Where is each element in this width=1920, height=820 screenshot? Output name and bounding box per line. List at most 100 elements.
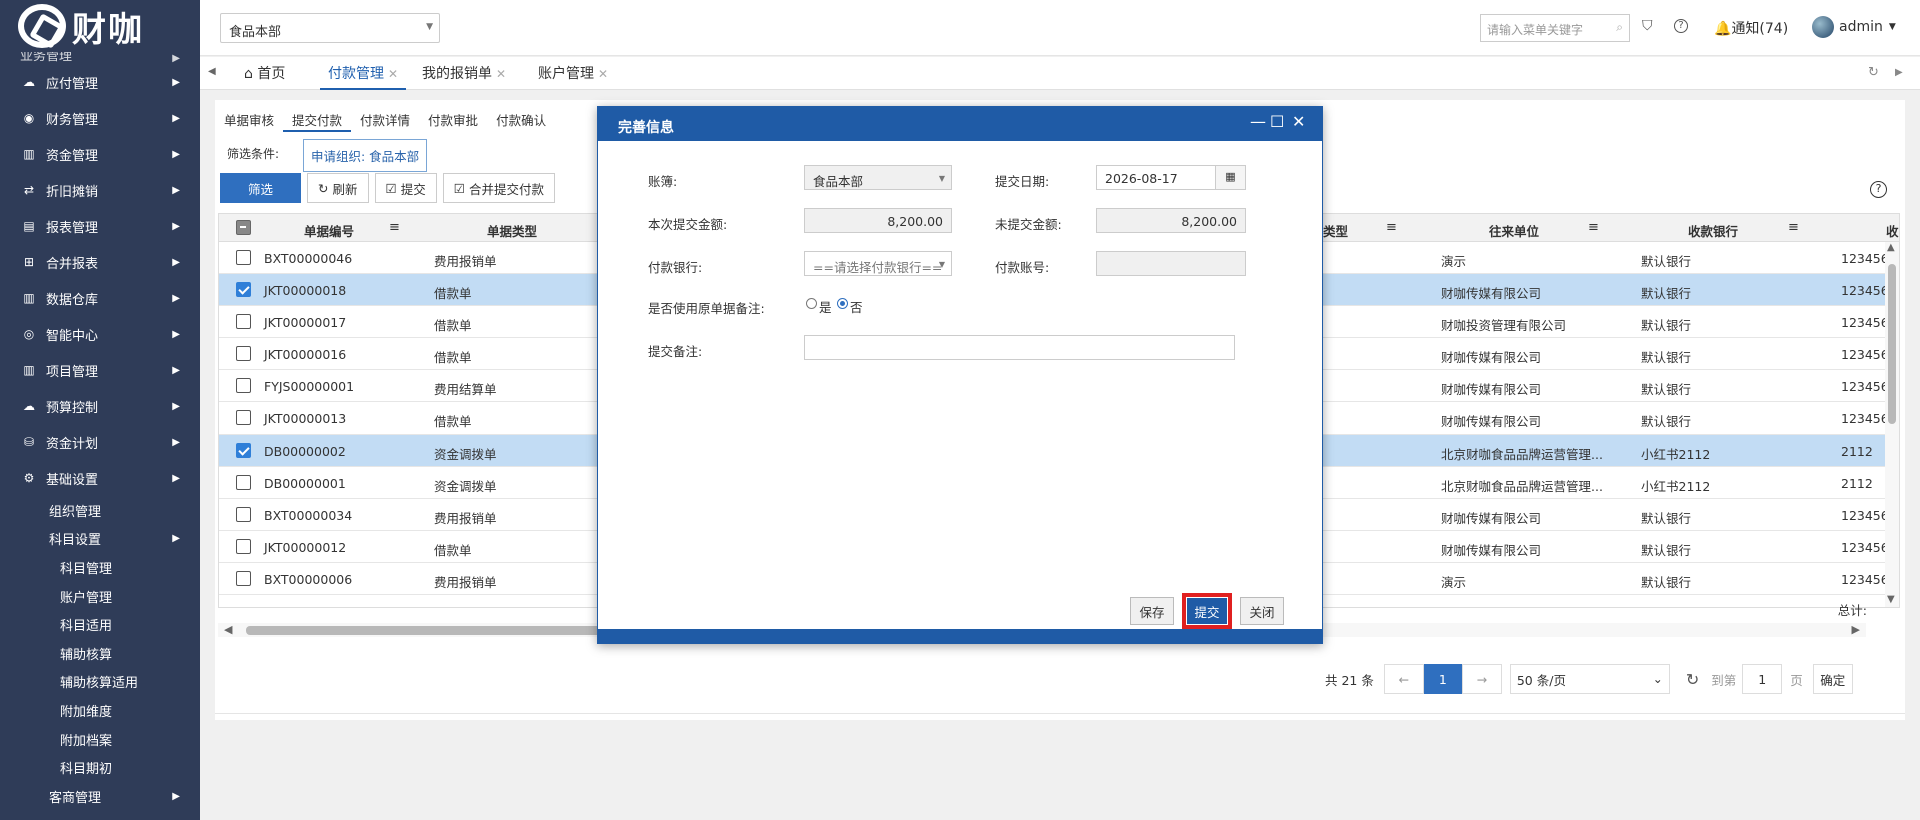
scroll-right-icon[interactable]: ▶ <box>1852 623 1860 636</box>
row-checkbox[interactable] <box>236 410 251 426</box>
goto-page-input[interactable]: 1 <box>1742 664 1783 694</box>
tab-scroll-right-icon[interactable]: ▶ <box>1895 67 1903 78</box>
sidebar-subitem-1[interactable]: 账户管理 <box>0 582 200 611</box>
minimize-icon[interactable]: — <box>1250 112 1266 131</box>
row-checkbox[interactable] <box>236 570 251 586</box>
book-select[interactable]: 食品本部 ▼ <box>804 165 952 190</box>
sidebar-item-5[interactable]: ⊞ 合并报表 ▶ <box>0 244 200 280</box>
submit-toolbar-button[interactable]: ☑ 提交 <box>374 173 437 203</box>
refresh-button[interactable]: ↻ 刷新 <box>307 173 369 203</box>
column-menu-icon[interactable]: ≡ <box>389 220 400 235</box>
sidebar-item-3[interactable]: ⇄ 折旧摊销 ▶ <box>0 172 200 208</box>
close-icon[interactable]: ✕ <box>1292 112 1305 131</box>
row-checkbox[interactable] <box>236 474 251 490</box>
sidebar-item-11[interactable]: ⚙ 基础设置 ▶ <box>0 460 200 496</box>
prev-page-button[interactable]: ← <box>1383 664 1424 694</box>
subtab-4[interactable]: 付款确认 <box>487 100 555 132</box>
sidebar-subitem-sub1[interactable]: 组织管理 <box>0 496 200 525</box>
amount-field: 8,200.00 <box>804 208 952 233</box>
row-checkbox[interactable] <box>236 314 251 330</box>
help-icon[interactable]: ? <box>1870 181 1887 198</box>
tab-account-management[interactable]: 账户管理 ✕ <box>538 63 608 90</box>
row-checkbox[interactable] <box>236 538 251 554</box>
close-button[interactable]: 关闭 <box>1240 597 1284 625</box>
tab-bar: ◀ ⌂ 首页 付款管理 ✕ 我的报销单 ✕ 账户管理 ✕ ↻ ▶ <box>200 57 1920 90</box>
sidebar-item-label: 账户管理 <box>60 590 113 606</box>
row-checkbox[interactable] <box>236 250 251 265</box>
subtab-1[interactable]: 提交付款 <box>283 100 352 132</box>
goto-confirm-button[interactable]: 确定 <box>1812 664 1853 694</box>
scroll-down-icon[interactable]: ▼ <box>1887 594 1895 605</box>
sidebar-item-10[interactable]: ⛁ 资金计划 ▶ <box>0 424 200 460</box>
sidebar-item-2[interactable]: ▥ 资金管理 ▶ <box>0 136 200 172</box>
calendar-icon[interactable]: ▦ <box>1215 166 1245 189</box>
scroll-left-icon[interactable]: ◀ <box>224 623 232 636</box>
note-input[interactable] <box>804 335 1235 360</box>
sidebar-item-8[interactable]: ▥ 项目管理 ▶ <box>0 352 200 388</box>
cell-type: 借款单 <box>434 350 472 366</box>
sidebar-subitem-3[interactable]: 辅助核算 <box>0 639 200 668</box>
save-button[interactable]: 保存 <box>1130 597 1174 625</box>
menu-search-input[interactable]: 请输入菜单关键字 ⌕ <box>1480 14 1630 42</box>
date-input[interactable]: 2026-08-17 ▦ <box>1096 165 1246 190</box>
select-all-checkbox[interactable] <box>236 220 251 235</box>
tab-my-reimbursements[interactable]: 我的报销单 ✕ <box>422 63 506 90</box>
shield-icon[interactable]: ⛉ <box>1642 18 1653 34</box>
row-checkbox[interactable] <box>236 506 251 522</box>
sidebar-item-partial[interactable]: 业务管理 ▶ <box>0 52 200 64</box>
refresh-icon[interactable]: ↻ <box>1868 65 1879 80</box>
sidebar-item-9[interactable]: ☁ 预算控制 ▶ <box>0 388 200 424</box>
subtab-3[interactable]: 付款审批 <box>419 100 487 132</box>
radio-no[interactable] <box>837 298 848 309</box>
close-icon[interactable]: ✕ <box>388 67 398 81</box>
tab-scroll-left-icon[interactable]: ◀ <box>208 66 216 77</box>
sidebar-item-4[interactable]: ▤ 报表管理 ▶ <box>0 208 200 244</box>
vertical-scrollbar[interactable]: ▲ ▼ <box>1885 242 1899 607</box>
sidebar-subitem-0[interactable]: 科目管理 <box>0 553 200 582</box>
pay-account-field <box>1096 251 1246 276</box>
filter-button[interactable]: 筛选 <box>220 173 302 203</box>
row-checkbox[interactable] <box>236 442 251 458</box>
refresh-icon[interactable]: ↻ <box>1686 670 1699 689</box>
tab-payment[interactable]: 付款管理 ✕ <box>320 63 407 90</box>
sidebar-item-1[interactable]: ◉ 财务管理 ▶ <box>0 100 200 136</box>
pay-bank-select[interactable]: ==请选择付款银行== ▼ <box>804 251 952 276</box>
sidebar-item-6[interactable]: ▥ 数据仓库 ▶ <box>0 280 200 316</box>
sidebar-subitem-sub2[interactable]: 科目设置 ▶ <box>0 525 200 554</box>
column-menu-icon[interactable]: ≡ <box>1386 220 1397 235</box>
scrollbar-thumb[interactable] <box>1888 264 1896 424</box>
sidebar-item-0[interactable]: ☁ 应付管理 ▶ <box>0 64 200 100</box>
sidebar-subitem-4[interactable]: 辅助核算适用 <box>0 668 200 697</box>
submit-button[interactable]: 提交 <box>1186 597 1228 625</box>
sidebar-item-bottom[interactable]: 客商管理 ▶ <box>0 782 200 811</box>
column-menu-icon[interactable]: ≡ <box>1788 220 1799 235</box>
help-icon[interactable]: ? <box>1674 19 1688 33</box>
subtab-2[interactable]: 付款详情 <box>351 100 419 132</box>
sidebar-subitem-2[interactable]: 科目适用 <box>0 610 200 639</box>
scroll-up-icon[interactable]: ▲ <box>1887 242 1895 253</box>
column-menu-icon[interactable]: ≡ <box>1588 220 1599 235</box>
close-icon[interactable]: ✕ <box>496 67 506 81</box>
tab-home[interactable]: ⌂ 首页 <box>244 63 285 90</box>
filter-tag[interactable]: 申请组织: 食品本部 <box>303 139 428 172</box>
sidebar-item-label: 资金管理 <box>46 148 99 164</box>
close-icon[interactable]: ✕ <box>598 67 608 81</box>
row-checkbox[interactable] <box>236 282 251 298</box>
notification-button[interactable]: 🔔通知(74) <box>1714 18 1788 38</box>
subtab-0[interactable]: 单据审核 <box>215 100 283 132</box>
radio-yes[interactable] <box>806 298 817 309</box>
user-menu[interactable]: admin ▼ <box>1812 16 1896 38</box>
next-page-button[interactable]: → <box>1461 664 1502 694</box>
sidebar-subitem-7[interactable]: 科目期初 <box>0 753 200 782</box>
merge-submit-button[interactable]: ☑ 合并提交付款 <box>442 173 555 203</box>
chevron-right-icon: ▶ <box>172 292 180 304</box>
sidebar-item-7[interactable]: ◎ 智能中心 ▶ <box>0 316 200 352</box>
row-checkbox[interactable] <box>236 346 251 362</box>
org-selector[interactable]: 食品本部 ▼ <box>220 13 440 43</box>
sidebar-subitem-5[interactable]: 附加维度 <box>0 696 200 725</box>
page-button-current[interactable]: 1 <box>1423 664 1462 694</box>
maximize-icon[interactable]: ☐ <box>1270 112 1284 131</box>
sidebar-subitem-6[interactable]: 附加档案 <box>0 725 200 754</box>
row-checkbox[interactable] <box>236 378 251 394</box>
page-size-select[interactable]: 50 条/页 ⌄ <box>1509 664 1670 694</box>
